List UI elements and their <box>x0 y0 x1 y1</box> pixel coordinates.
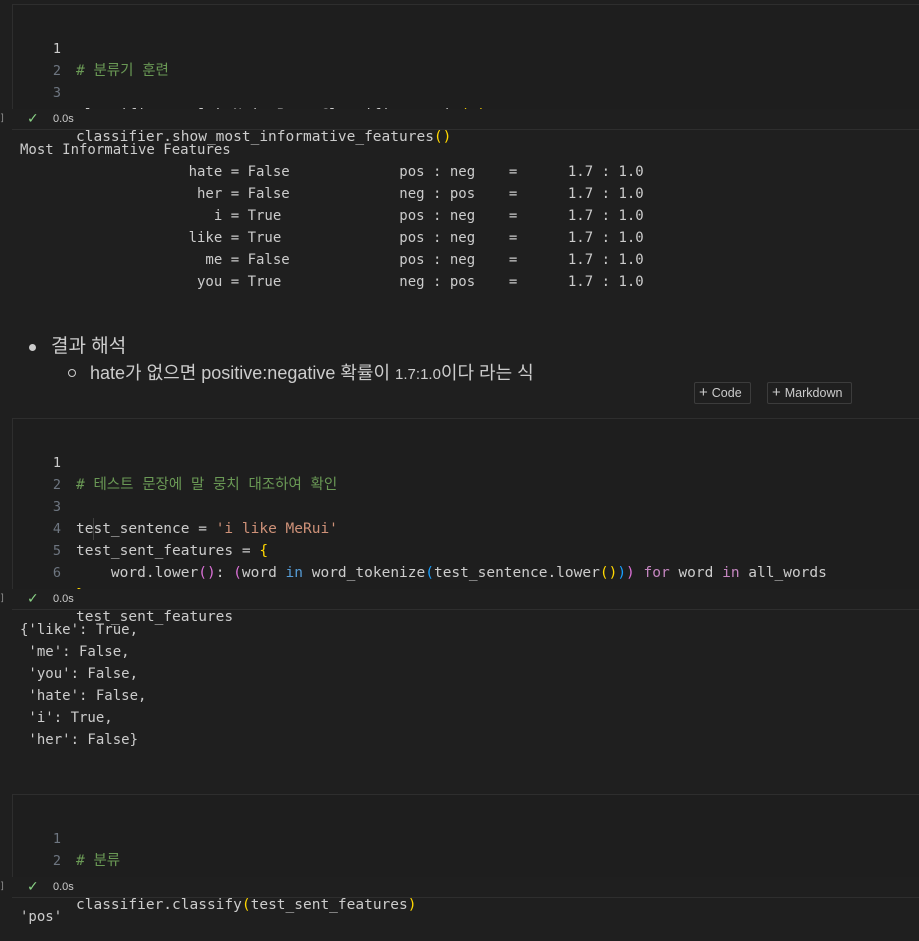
cell-bracket[interactable]: ] <box>0 592 4 606</box>
code-line[interactable]: 6 } <box>13 540 919 603</box>
code-line[interactable]: 4 test_sent_features = { <box>13 496 919 559</box>
output-line: her = False neg : pos = 1.7 : 1.0 <box>20 186 644 202</box>
sub-bullet-ratio: 1.7:1.0 <box>395 366 441 383</box>
output-line: 'pos' <box>20 909 63 925</box>
add-code-label: Code <box>711 386 742 400</box>
bullet-text: 결과 해석 <box>51 336 127 357</box>
code-line[interactable]: 5 word.lower(): (word in word_tokenize(t… <box>13 518 919 581</box>
cell-status-bar: ] ✓ 0.0s <box>0 877 919 897</box>
add-markdown-label: Markdown <box>784 386 843 400</box>
check-icon: ✓ <box>27 111 39 127</box>
output-line: 'hate': False, <box>20 688 147 704</box>
code-line[interactable]: 1 # 분류 <box>13 806 919 869</box>
code-line[interactable]: 7 test_sent_features <box>13 562 919 625</box>
code-cell-2[interactable]: 1 # 테스트 문장에 말 뭉치 대조하여 확인 2 3 test_senten… <box>12 418 919 625</box>
code-line[interactable]: 4 classifier.show_most_informative_featu… <box>13 82 919 145</box>
output-line: like = True pos : neg = 1.7 : 1.0 <box>20 230 644 246</box>
check-icon: ✓ <box>27 591 39 607</box>
code-line[interactable]: 1 # 테스트 문장에 말 뭉치 대조하여 확인 <box>13 430 919 493</box>
plus-icon: + <box>772 384 781 401</box>
bullet-disc <box>29 344 36 351</box>
code-line[interactable]: 2 <box>13 38 919 79</box>
plus-icon: + <box>699 384 708 401</box>
output-line: {'like': True, <box>20 622 139 638</box>
code-line[interactable]: 3 classifier = nltk.NaiveBayesClassifier… <box>13 60 919 123</box>
bullet-circle <box>68 369 76 377</box>
cell-status-bar: ] ✓ 0.0s <box>0 589 919 609</box>
output-line: 'her': False} <box>20 732 139 748</box>
sub-bullet-text: hate가 없으면 positive:negative 확률이 1.7:1.0이… <box>90 361 534 387</box>
add-markdown-button[interactable]: + Markdown <box>767 382 852 404</box>
cell-bracket[interactable]: ] <box>0 112 4 126</box>
execution-time: 0.0s <box>53 881 74 893</box>
output-line: me = False pos : neg = 1.7 : 1.0 <box>20 252 644 268</box>
output-line: 'you': False, <box>20 666 139 682</box>
sub-bullet-prefix: hate가 없으면 positive:negative 확률이 <box>90 363 396 383</box>
output-line: i = True pos : neg = 1.7 : 1.0 <box>20 208 644 224</box>
add-code-button[interactable]: + Code <box>694 382 751 404</box>
output-line: you = True neg : pos = 1.7 : 1.0 <box>20 274 644 290</box>
code-line[interactable]: 2 <box>13 828 919 869</box>
cell-status-bar: ] ✓ 0.0s <box>0 109 919 129</box>
sub-bullet-suffix: 이다 라는 식 <box>440 363 534 383</box>
check-icon: ✓ <box>27 879 39 895</box>
cell-bracket[interactable]: ] <box>0 880 4 894</box>
code-line[interactable]: 2 <box>13 452 919 493</box>
output-line: hate = False pos : neg = 1.7 : 1.0 <box>20 164 644 180</box>
output-line: 'me': False, <box>20 644 130 660</box>
code-text: classifier.classify(test_sent_features) <box>76 897 417 913</box>
execution-time: 0.0s <box>53 113 74 125</box>
code-line[interactable]: 1 # 분류기 훈련 <box>13 16 919 79</box>
output-line: 'i': True, <box>20 710 113 726</box>
code-line[interactable]: 3 classifier.classify(test_sent_features… <box>13 850 919 913</box>
code-line[interactable]: 3 test_sentence = 'i like MeRui' <box>13 474 919 537</box>
execution-time: 0.0s <box>53 593 74 605</box>
output-line: Most Informative Features <box>20 142 231 158</box>
